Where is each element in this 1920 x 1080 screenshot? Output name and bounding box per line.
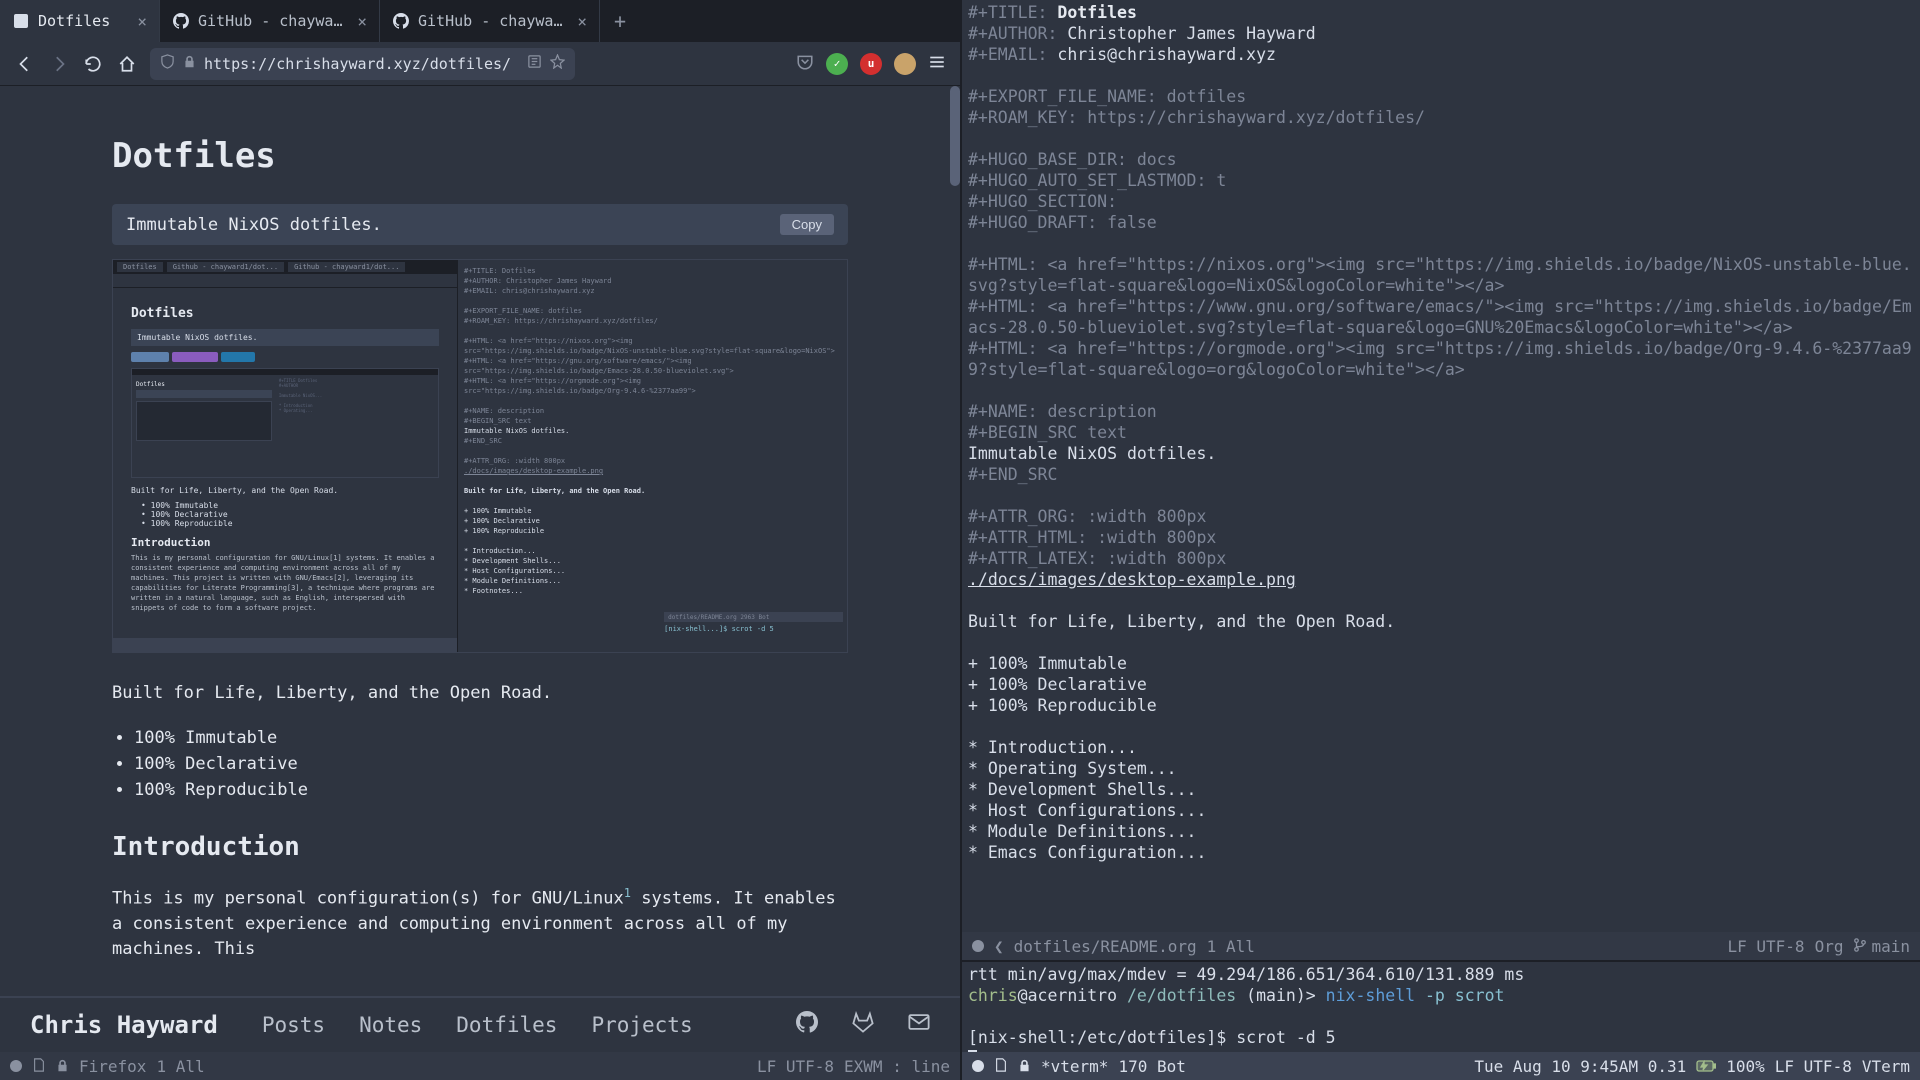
new-tab-button[interactable]: + (600, 9, 640, 33)
clock: Tue Aug 10 9:45AM 0.31 (1474, 1057, 1686, 1076)
tab-title: Dotfiles (38, 12, 129, 30)
major-mode: VTerm (1862, 1057, 1910, 1076)
reader-icon[interactable] (527, 54, 542, 73)
list-item: 100% Immutable (134, 725, 848, 751)
browser-tab-strip: Dotfiles × GitHub - chayward1/dotf × Git… (0, 0, 960, 42)
status-icon (972, 1060, 984, 1072)
position: 170 Bot (1118, 1057, 1185, 1076)
back-icon: ❮ (994, 937, 1004, 956)
page-content: Dotfiles Immutable NixOS dotfiles. Copy … (0, 86, 960, 996)
encoding: LF UTF-8 (1728, 937, 1805, 956)
branch-icon (1853, 937, 1867, 956)
nav-notes[interactable]: Notes (359, 1013, 422, 1037)
buffer-name: Firefox (79, 1057, 146, 1076)
back-button[interactable] (14, 53, 36, 75)
buffer-name: *vterm* (1041, 1057, 1108, 1076)
heading-introduction: Introduction (112, 832, 848, 862)
ublock-icon[interactable]: u (860, 53, 882, 75)
close-icon[interactable]: × (357, 12, 367, 31)
terminal[interactable]: rtt min/avg/max/mdev = 49.294/186.651/36… (962, 960, 1920, 1052)
reload-button[interactable] (82, 53, 104, 75)
position: 1 All (156, 1057, 204, 1076)
buffer-name: dotfiles/README.org (1014, 937, 1197, 956)
org-heading[interactable]: * Host Configurations... (968, 801, 1206, 820)
close-icon[interactable]: × (577, 12, 587, 31)
page-icon (12, 12, 30, 30)
position: 1 All (1207, 937, 1255, 956)
firefox-modeline: Firefox 1 All LF UTF-8 EXWM : line (0, 1052, 960, 1080)
major-mode: Org (1815, 937, 1844, 956)
body-text: Built for Life, Liberty, and the Open Ro… (112, 681, 848, 707)
status-icon (10, 1060, 22, 1072)
tab-title: GitHub - chayward1/dotf (198, 12, 349, 30)
battery-icon (1696, 1057, 1716, 1076)
copy-button[interactable]: Copy (780, 214, 834, 235)
org-modeline: ❮ dotfiles/README.org 1 All LF UTF-8 Org… (962, 932, 1920, 960)
org-heading[interactable]: * Module Definitions... (968, 822, 1196, 841)
lock-icon (183, 55, 196, 72)
email-icon[interactable] (908, 1011, 930, 1039)
extension-icon[interactable]: ✓ (826, 53, 848, 75)
image-link[interactable]: ./docs/images/desktop-example.png (968, 570, 1296, 589)
nav-dotfiles[interactable]: Dotfiles (456, 1013, 557, 1037)
close-icon[interactable]: × (137, 12, 147, 31)
github-icon (172, 12, 190, 30)
menu-icon[interactable] (928, 53, 946, 75)
shield-icon (160, 54, 175, 73)
nav-projects[interactable]: Projects (591, 1013, 692, 1037)
org-heading[interactable]: * Operating System... (968, 759, 1177, 778)
bookmark-icon[interactable] (550, 54, 565, 73)
site-logo[interactable]: Chris Hayward (30, 1011, 218, 1039)
browser-tab-2[interactable]: GitHub - chayward1/dotf × (160, 0, 380, 42)
list-item: 100% Reproducible (134, 777, 848, 803)
org-heading[interactable]: * Introduction... (968, 738, 1137, 757)
ping-output: rtt min/avg/max/mdev = 49.294/186.651/36… (968, 965, 1524, 984)
url-text: https://chrishayward.xyz/dotfiles/ (204, 55, 511, 73)
scrollbar[interactable] (950, 86, 960, 186)
url-bar[interactable]: https://chrishayward.xyz/dotfiles/ (150, 48, 575, 80)
vterm-modeline: *vterm* 170 Bot Tue Aug 10 9:45AM 0.31 1… (962, 1052, 1920, 1080)
file-icon (32, 1057, 46, 1076)
encoding: LF UTF-8 (757, 1057, 834, 1076)
github-icon (392, 12, 410, 30)
page-title: Dotfiles (112, 136, 848, 176)
github-icon[interactable] (796, 1011, 818, 1039)
screenshot-image: Dotfiles Github - chayward1/dot... Githu… (112, 259, 848, 653)
code-text: Immutable NixOS dotfiles. (126, 215, 382, 235)
feature-list: 100% Immutable 100% Declarative 100% Rep… (134, 725, 848, 804)
org-heading[interactable]: * Development Shells... (968, 780, 1196, 799)
major-mode: EXWM : line (844, 1057, 950, 1076)
browser-toolbar: https://chrishayward.xyz/dotfiles/ ✓ u (0, 42, 960, 86)
browser-tab-1[interactable]: Dotfiles × (0, 0, 160, 42)
footnote-link[interactable]: 1 (624, 886, 631, 900)
home-button[interactable] (116, 53, 138, 75)
lock-icon (56, 1057, 69, 1076)
tab-title: GitHub - chayward1/dotf (418, 12, 569, 30)
intro-paragraph: This is my personal configuration(s) for… (112, 884, 848, 963)
lock-icon (1018, 1057, 1031, 1076)
git-branch: main (1871, 937, 1910, 956)
gitlab-icon[interactable] (852, 1011, 874, 1039)
browser-tab-3[interactable]: GitHub - chayward1/dotf × (380, 0, 600, 42)
extension-icon[interactable] (894, 53, 916, 75)
file-icon (994, 1057, 1008, 1076)
forward-button[interactable] (48, 53, 70, 75)
code-block: Immutable NixOS dotfiles. Copy (112, 204, 848, 245)
battery-pct: 100% (1726, 1057, 1765, 1076)
site-nav: Chris Hayward Posts Notes Dotfiles Proje… (0, 996, 960, 1052)
status-icon (972, 940, 984, 952)
list-item: 100% Declarative (134, 751, 848, 777)
nav-posts[interactable]: Posts (262, 1013, 325, 1037)
org-editor[interactable]: #+TITLE: Dotfiles #+AUTHOR: Christopher … (962, 0, 1920, 932)
encoding: LF UTF-8 (1775, 1057, 1852, 1076)
org-heading[interactable]: * Emacs Configuration... (968, 843, 1206, 862)
pocket-icon[interactable] (796, 53, 814, 75)
